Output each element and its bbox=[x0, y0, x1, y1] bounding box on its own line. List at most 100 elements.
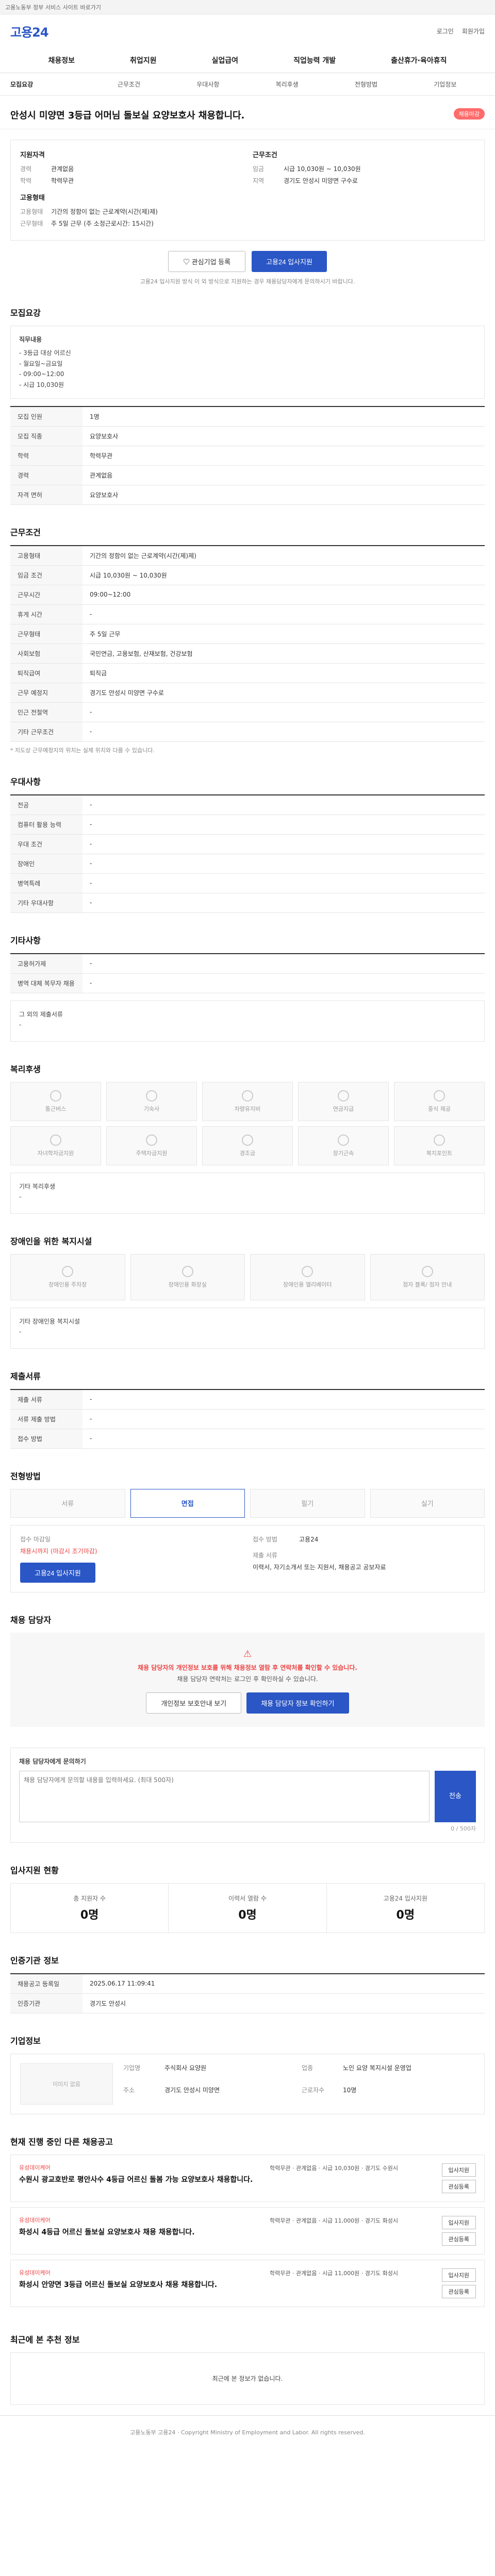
table-row: 고용허가제 - bbox=[10, 953, 485, 974]
related-card[interactable]: 유성데이케어 수원시 광교호반로 평안사수 4등급 어르신 돌봄 가능 요양보호사… bbox=[10, 2154, 485, 2202]
welfare-item: 통근버스 bbox=[10, 1081, 101, 1121]
deadline-label: 접수 마감일 bbox=[20, 1535, 51, 1543]
row-value: - bbox=[82, 873, 485, 893]
card-apply-button[interactable]: 입사지원 bbox=[441, 2163, 476, 2177]
send-button[interactable]: 전송 bbox=[435, 1770, 476, 1822]
recruit-table: 모집 인원 1명 모집 직종 요양보호사 학력 학력무관 경력 관계없음 자격 면허 요양… bbox=[10, 405, 485, 505]
row-key: 병역 대체 복무자 채용 bbox=[10, 973, 82, 993]
card-company: 유성데이케어 bbox=[19, 2269, 51, 2276]
inquiry-title: 채용 담당자에게 문의하기 bbox=[19, 1757, 86, 1765]
card-company: 유성데이케어 bbox=[19, 2216, 51, 2224]
welfare-etc-text: - bbox=[19, 1193, 22, 1201]
summary-left-title: 지원자격 bbox=[20, 151, 45, 159]
extra-box: 그 외의 제출서류 - bbox=[10, 1000, 485, 1042]
row-key: 우대 조건 bbox=[10, 834, 82, 854]
login-link[interactable]: 로그인 bbox=[437, 27, 454, 36]
logo[interactable]: 고용24 bbox=[10, 22, 49, 40]
card-title[interactable]: 화성시 안양면 3등급 어르신 돌보실 요양보호사 채용 채용합니다. bbox=[19, 2280, 259, 2291]
privacy-button[interactable]: 개인정보 보호안내 보기 bbox=[146, 1692, 242, 1714]
contact-info-button[interactable]: 채용 담당자 정보 확인하기 bbox=[246, 1692, 349, 1714]
nav-support[interactable]: 취업지원 bbox=[130, 55, 157, 65]
row-value: 요양보호사 bbox=[82, 485, 485, 505]
row-key: 근무시간 bbox=[10, 585, 82, 605]
table-row: 장애인 - bbox=[10, 854, 485, 874]
table-row: 모집 인원 1명 bbox=[10, 406, 485, 427]
card-apply-button[interactable]: 입사지원 bbox=[441, 2215, 476, 2229]
company-title: 기업정보 bbox=[10, 2036, 41, 2046]
status-badge: 채용마감 bbox=[453, 108, 485, 120]
summary-right-title: 근무조건 bbox=[253, 151, 277, 159]
tab-company[interactable]: 기업정보 bbox=[406, 80, 485, 89]
row-key: 휴게 시간 bbox=[10, 604, 82, 624]
kv-key: 임금 bbox=[253, 165, 265, 173]
disabled-section: 장애인을 위한 복지시설 장애인용 주차장 장애인용 화장실 장애인용 엘리베이… bbox=[0, 1224, 495, 1359]
prefer-table: 전공 - 컴퓨터 활용 능력 - 우대 조건 - 장애인 - 병역특례 - 기타 우대사항… bbox=[10, 794, 485, 913]
method-value: 고용24 bbox=[299, 1535, 319, 1543]
disabled-grid: 장애인용 주차장 장애인용 화장실 장애인용 엘리베이터 점자 블록/ 점자 안… bbox=[10, 1253, 485, 1300]
row-value: 관계없음 bbox=[82, 465, 485, 485]
process-steps: 서류 면접 필기 실기 bbox=[10, 1488, 485, 1518]
related-card[interactable]: 유성데이케어 화성시 4등급 어르신 돌보실 요양보호사 채용 채용합니다. 학력… bbox=[10, 2207, 485, 2255]
scrap-label: 관심기업 등록 bbox=[191, 258, 231, 266]
nav-benefit[interactable]: 실업급여 bbox=[211, 55, 238, 65]
table-row: 학력 학력무관 bbox=[10, 446, 485, 466]
card-apply-button[interactable]: 입사지원 bbox=[441, 2268, 476, 2282]
card-scrap-button[interactable]: 관심등록 bbox=[441, 2232, 476, 2246]
row-value: - bbox=[82, 702, 485, 722]
topbar[interactable]: 고용노동부 정부 서비스 사이트 바로가기 bbox=[0, 0, 495, 14]
welfare-label: 장기근속 bbox=[333, 1149, 354, 1157]
row-value: 기간의 정함이 없는 근로계약(시간(제)제) bbox=[82, 545, 485, 566]
row-key: 기타 우대사항 bbox=[10, 893, 82, 913]
card-title[interactable]: 수원시 광교호반로 평안사수 4등급 어르신 돌봄 가능 요양보호사 채용합니다… bbox=[19, 2175, 259, 2185]
row-value: 요양보호사 bbox=[82, 426, 485, 446]
row-key: 채용공고 등록일 bbox=[10, 1973, 82, 1994]
welfare-item: 복지포인트 bbox=[394, 1126, 485, 1165]
extra-section: 기타사항 고용허가제 - 병역 대체 복무자 채용 - 그 외의 제출서류 - bbox=[0, 923, 495, 1052]
kv-value: 기간의 정함이 없는 근로계약(시간(제)제) bbox=[51, 208, 158, 215]
recent-empty: 최근에 본 정보가 없습니다. bbox=[10, 2352, 485, 2405]
tab-process[interactable]: 전형방법 bbox=[326, 80, 405, 89]
signup-link[interactable]: 회원가입 bbox=[462, 27, 485, 36]
card-scrap-button[interactable]: 관심등록 bbox=[441, 2284, 476, 2298]
card-title[interactable]: 화성시 4등급 어르신 돌보실 요양보호사 채용 채용합니다. bbox=[19, 2227, 259, 2238]
topbar-text[interactable]: 고용노동부 정부 서비스 사이트 바로가기 bbox=[5, 3, 101, 11]
inquiry-input[interactable] bbox=[19, 1770, 430, 1822]
extra-box-text: - bbox=[19, 1021, 22, 1029]
welfare-label: 연금지급 bbox=[333, 1105, 354, 1112]
documents-section: 제출서류 제출 서류 - 서류 제출 방법 - 접수 방법 - bbox=[0, 1359, 495, 1459]
tab-prefer[interactable]: 우대사항 bbox=[169, 80, 248, 89]
row-value: 경기도 안성시 미양면 구수로 bbox=[82, 683, 485, 703]
disabled-etc-box: 기타 장애인용 복지시설 - bbox=[10, 1307, 485, 1349]
manage-table: 채용공고 등록일 2025.06.17 11:09:41 인증기관 경기도 안성시 bbox=[10, 1973, 485, 2013]
nav-leave[interactable]: 출산휴가·육아휴직 bbox=[391, 55, 447, 65]
info-key: 근로자수 bbox=[302, 2086, 325, 2094]
row-key: 전공 bbox=[10, 794, 82, 815]
car-icon bbox=[242, 1090, 253, 1101]
process-title: 전형방법 bbox=[10, 1471, 41, 1481]
process-apply-button[interactable]: 고용24 입사지원 bbox=[20, 1562, 95, 1583]
card-scrap-button[interactable]: 관심등록 bbox=[441, 2179, 476, 2193]
scrap-button[interactable]: ♡ 관심기업 등록 bbox=[168, 251, 246, 272]
welfare-label: 자녀학자금지원 bbox=[37, 1149, 74, 1157]
medal-icon bbox=[338, 1134, 349, 1146]
apply-button[interactable]: 고용24 입사지원 bbox=[252, 251, 327, 272]
card-info: 학력무관 · 관계없음 · 시급 11,000원 · 경기도 화성시 bbox=[270, 2269, 398, 2277]
related-card[interactable]: 유성데이케어화성시 안양면 3등급 어르신 돌보실 요양보호사 채용 채용합니다… bbox=[10, 2259, 485, 2307]
job-desc-box: 직무내용 - 3등급 대상 어르신 - 월요일~금요일 - 09:00~12:0… bbox=[10, 326, 485, 399]
stat-label: 이력서 열람 수 bbox=[228, 1894, 267, 1902]
row-key: 인근 전철역 bbox=[10, 702, 82, 722]
prefer-title: 우대사항 bbox=[10, 776, 41, 787]
condition-title: 근무조건 bbox=[10, 527, 41, 537]
tab-welfare[interactable]: 복리후생 bbox=[248, 80, 326, 89]
tab-condition[interactable]: 근무조건 bbox=[89, 80, 168, 89]
tab-recruit[interactable]: 모집요강 bbox=[10, 80, 89, 89]
nav-jobs[interactable]: 채용정보 bbox=[48, 55, 75, 65]
welfare-etc-box: 기타 복리후생 - bbox=[10, 1172, 485, 1214]
book-icon bbox=[50, 1134, 61, 1146]
table-row: 기타 우대사항 - bbox=[10, 893, 485, 913]
nav-training[interactable]: 직업능력 개발 bbox=[293, 55, 336, 65]
table-row: 휴게 시간 - bbox=[10, 604, 485, 624]
footer: 고용노동부 고용24 · Copyright Ministry of Emplo… bbox=[0, 2415, 495, 2449]
row-value: 학력무관 bbox=[82, 446, 485, 466]
table-row: 컴퓨터 활용 능력 - bbox=[10, 815, 485, 835]
